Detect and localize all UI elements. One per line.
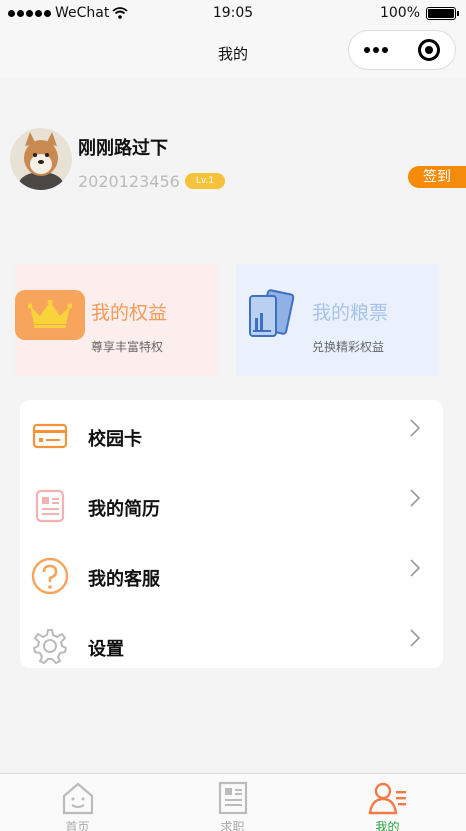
menu-label: 我的客服 (88, 569, 160, 590)
battery-icon (426, 6, 459, 20)
user-name: 刚刚路过下 (78, 138, 168, 159)
tab-label: 求职 (220, 820, 245, 831)
job-doc-icon (155, 780, 310, 816)
my-rights-card[interactable]: 我的权益 尊享丰富特权 (15, 264, 217, 376)
chevron-right-icon (410, 629, 421, 647)
card-subtitle: 兑换精彩权益 (312, 340, 385, 354)
profile-header: 刚刚路过下 2020123456 Lv.1 签到 (10, 128, 466, 192)
more-icon[interactable] (364, 47, 388, 53)
status-bar: WeChat 19:05 100% (0, 0, 466, 28)
menu-label: 校园卡 (88, 429, 142, 450)
menu-label: 设置 (88, 639, 124, 660)
nav-bar: 我的 (0, 28, 466, 78)
menu-label: 我的简历 (88, 499, 160, 520)
menu-item-resume[interactable]: 我的简历 (20, 474, 443, 534)
user-id: 2020123456 (78, 172, 180, 191)
chevron-right-icon (410, 419, 421, 437)
tab-mine[interactable]: 我的 (310, 774, 465, 831)
menu-item-customer-service[interactable]: 我的客服 (20, 544, 443, 604)
card-title: 我的粮票 (312, 302, 389, 324)
crown-icon (15, 290, 85, 340)
home-icon (0, 780, 155, 816)
mini-program-capsule (348, 30, 456, 70)
signin-button[interactable]: 签到 (408, 166, 466, 188)
avatar[interactable] (10, 128, 72, 190)
menu-item-settings[interactable]: 设置 (20, 614, 443, 674)
menu-item-campus-card[interactable]: 校园卡 (20, 404, 443, 464)
tab-label: 首页 (65, 820, 90, 831)
menu-list: 校园卡 我的简历 我的客服 设置 (20, 400, 443, 668)
card-title: 我的权益 (91, 302, 168, 324)
tab-label: 我的 (375, 820, 400, 831)
ticket-icon (249, 289, 295, 337)
resume-icon (30, 486, 70, 526)
chevron-right-icon (410, 559, 421, 577)
help-icon (30, 556, 70, 596)
gear-icon (30, 626, 70, 666)
profile-icon (310, 780, 465, 816)
campus-card-icon (30, 416, 70, 456)
tab-job[interactable]: 求职 (155, 774, 310, 831)
chevron-right-icon (410, 489, 421, 507)
card-subtitle: 尊享丰富特权 (91, 340, 164, 354)
level-badge: Lv.1 (185, 173, 225, 189)
close-target-icon[interactable] (418, 39, 440, 61)
battery-percent: 100% (379, 5, 420, 21)
my-tickets-card[interactable]: 我的粮票 兑换精彩权益 (236, 264, 438, 376)
tab-home[interactable]: 首页 (0, 774, 155, 831)
tab-bar: 首页 求职 我的 (0, 773, 466, 831)
